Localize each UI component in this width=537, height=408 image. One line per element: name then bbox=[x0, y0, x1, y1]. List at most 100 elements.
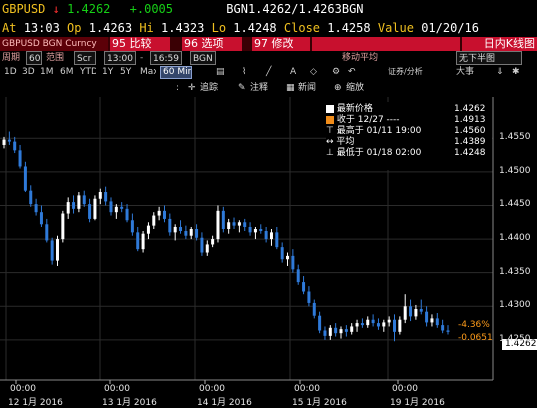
tracking-icon: ✛ bbox=[188, 83, 196, 93]
parameter-bar: 周期 60 范围 Scr 13:00 - 16:59 BGN 移动平均 无下半图 bbox=[0, 51, 537, 65]
candle-body bbox=[7, 139, 11, 142]
candle-body bbox=[72, 202, 76, 209]
candle-body bbox=[376, 323, 380, 327]
security-field[interactable]: GBPUSD BGN Curncy bbox=[0, 37, 108, 51]
text-icon[interactable]: A bbox=[288, 65, 302, 80]
lower-panel-select[interactable]: 无下半图 bbox=[456, 51, 522, 65]
candle-body bbox=[120, 206, 124, 209]
ticker-label: GBPUSD bbox=[2, 2, 46, 16]
download-icon[interactable]: ⇓ bbox=[494, 65, 506, 80]
price-source: BGN bbox=[226, 2, 248, 16]
candle-body bbox=[93, 198, 97, 219]
options-button[interactable]: 96 选项 bbox=[182, 37, 242, 51]
range-button-1m[interactable]: 1M bbox=[38, 65, 56, 80]
candle-body bbox=[339, 329, 343, 334]
candle-body bbox=[430, 318, 434, 323]
events-button[interactable]: 大事 bbox=[454, 65, 484, 80]
percent-change-label: -4.36% bbox=[458, 320, 490, 330]
function-toolbar: GBPUSD BGN Curncy 95 比较 96 选项 97 修改 日内K线… bbox=[0, 37, 537, 51]
candle-body bbox=[114, 206, 118, 213]
candle-body bbox=[221, 210, 225, 229]
bid-ask-source: BGN bbox=[341, 2, 364, 16]
candle-body bbox=[403, 306, 407, 320]
security-analysis-button[interactable]: 证券/分析 bbox=[386, 65, 434, 80]
zoom-button[interactable]: 缩放 bbox=[344, 80, 374, 97]
y-tick-label: 1.4350 bbox=[499, 266, 531, 277]
range-button-1y[interactable]: 1Y bbox=[100, 65, 118, 80]
y-tick-label: 1.4500 bbox=[499, 165, 531, 176]
open-value: 1.4263 bbox=[88, 21, 133, 35]
low-label: Lo bbox=[211, 21, 227, 35]
high-label: Hi bbox=[139, 21, 154, 35]
range-button-6m[interactable]: 6M bbox=[58, 65, 76, 80]
news-icon: ▦ bbox=[286, 83, 295, 93]
chart-legend: 最新价格 收于 12/27 ---- ⊤ 最高于 01/11 19:00 ↔ 平… bbox=[326, 102, 492, 170]
candle-body bbox=[18, 150, 22, 167]
range-input[interactable]: Scr bbox=[74, 51, 96, 65]
last-price: 1.4262 bbox=[67, 2, 111, 16]
edit-button[interactable]: 97 修改 bbox=[252, 37, 310, 51]
start-time-input[interactable]: 13:00 bbox=[104, 51, 136, 65]
range-button-ytd[interactable]: YTD bbox=[78, 65, 96, 80]
source-input[interactable]: BGN bbox=[190, 51, 216, 65]
moving-average-label: 移动平均 bbox=[342, 53, 379, 63]
x-date-label: 14 1月 2016 bbox=[197, 398, 252, 408]
y-tick-label: 1.4450 bbox=[499, 199, 531, 210]
gear-icon[interactable]: ✱ bbox=[510, 65, 522, 80]
candle-body bbox=[350, 326, 354, 332]
legend-close-value: 1.4913 bbox=[454, 115, 486, 125]
end-time-input[interactable]: 16:59 bbox=[150, 51, 182, 65]
close-label: Close bbox=[283, 21, 321, 35]
news-button[interactable]: 新闻 bbox=[296, 80, 326, 97]
line-chart-icon[interactable]: ⌇ bbox=[240, 65, 252, 80]
value-date: 01/20/16 bbox=[421, 21, 479, 35]
low-value: 1.4248 bbox=[233, 21, 277, 35]
legend-high-icon: ⊤ bbox=[326, 126, 334, 136]
candle-body bbox=[344, 329, 348, 332]
candle-body bbox=[425, 311, 429, 323]
candle-body bbox=[227, 222, 231, 229]
candle-body bbox=[435, 318, 439, 326]
candle-body bbox=[184, 231, 188, 236]
y-tick-label: 1.4250 bbox=[499, 333, 531, 344]
range-button-3d[interactable]: 3D bbox=[20, 65, 38, 80]
legend-latest: 最新价格 bbox=[326, 104, 373, 115]
x-tick-label: 00:00 bbox=[294, 384, 320, 394]
draw-line-icon[interactable]: ╱ bbox=[264, 65, 276, 80]
x-date-label: 15 1月 2016 bbox=[292, 398, 347, 408]
undo-icon[interactable]: ↶ bbox=[346, 65, 360, 80]
candle-body bbox=[360, 323, 364, 326]
shape-icon[interactable]: ◇ bbox=[308, 65, 320, 80]
legend-high-value: 1.4560 bbox=[454, 126, 486, 136]
at-time: 13:03 bbox=[23, 21, 60, 35]
y-tick-label: 1.4550 bbox=[499, 132, 531, 143]
range-button-max[interactable]: Max bbox=[138, 65, 156, 80]
candle-body bbox=[387, 319, 391, 323]
candle-body bbox=[82, 195, 86, 205]
tracking-button[interactable]: 追踪 bbox=[198, 80, 228, 97]
compare-button[interactable]: 95 比较 bbox=[110, 37, 170, 51]
high-value: 1.4323 bbox=[161, 21, 205, 35]
x-tick-label: 00:00 bbox=[104, 384, 130, 394]
candle-body bbox=[136, 232, 140, 250]
range-button-1d[interactable]: 1D bbox=[2, 65, 20, 80]
candle-body bbox=[104, 192, 108, 202]
candle-body bbox=[243, 222, 247, 227]
x-date-label: 19 1月 2016 bbox=[390, 398, 445, 408]
period-input[interactable]: 60 bbox=[26, 51, 42, 65]
range-button-5y[interactable]: 5Y bbox=[118, 65, 136, 80]
candle-body bbox=[39, 212, 43, 225]
candle-body bbox=[29, 190, 33, 205]
annotate-button[interactable]: 注释 bbox=[248, 80, 278, 97]
candle-body bbox=[323, 330, 327, 336]
candle-body bbox=[318, 315, 322, 331]
interval-select[interactable]: 60 Min ▾ bbox=[160, 66, 192, 79]
settings-icon[interactable]: ⚙ bbox=[330, 65, 344, 80]
candle-body bbox=[61, 213, 65, 240]
quote-line: GBPUSD ↓ 1.4262 +.0005 BGN1.4262/1.4263B… bbox=[0, 0, 537, 19]
toolbar-divider: : bbox=[176, 83, 180, 93]
candle-body bbox=[286, 255, 290, 260]
chart-style-icon[interactable]: ▤ bbox=[214, 65, 228, 80]
candle-body bbox=[382, 322, 386, 327]
candle-body bbox=[66, 202, 70, 214]
